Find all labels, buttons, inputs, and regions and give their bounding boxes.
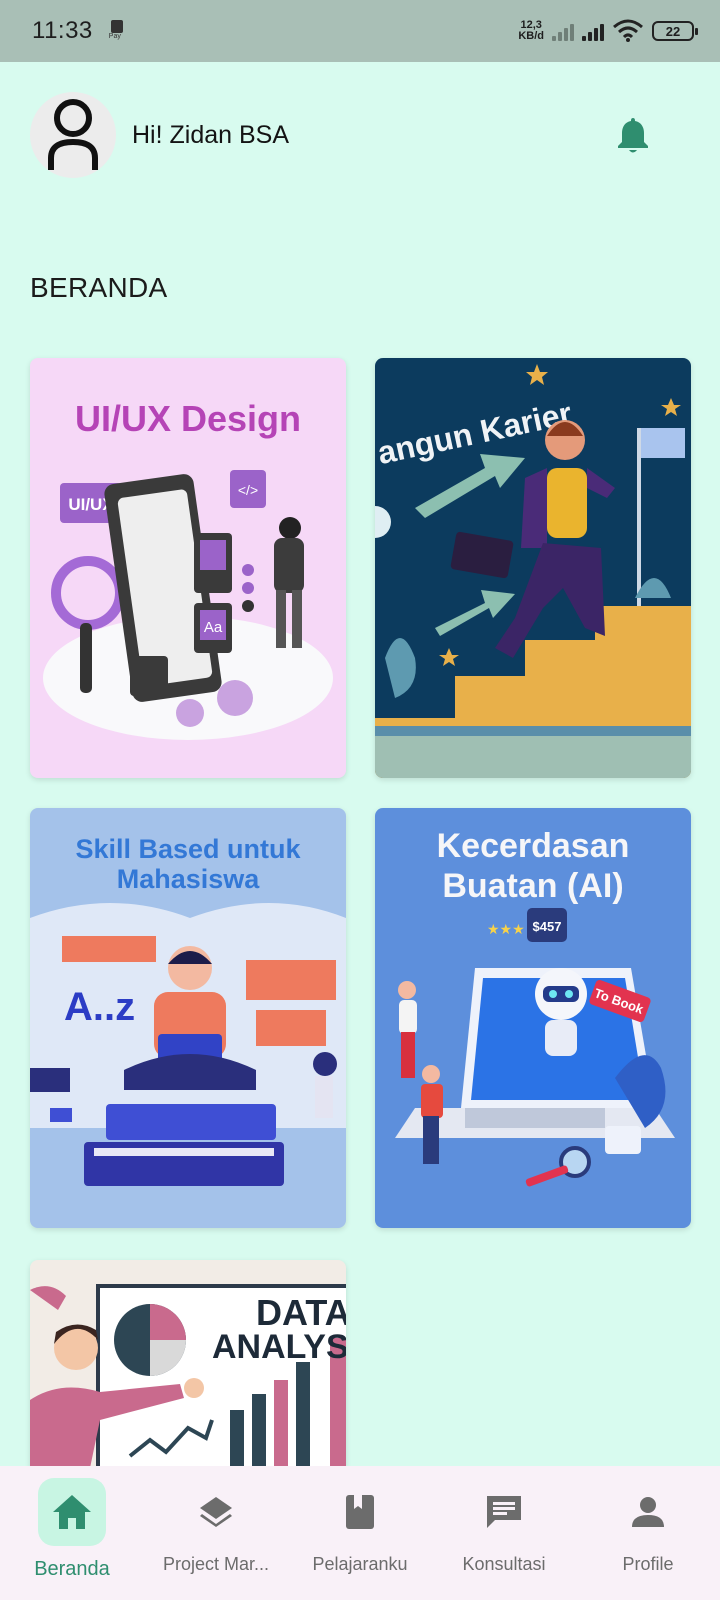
nav-item-pelajaranku[interactable]: Pelajaranku [290,1478,430,1575]
course-card-skill-based[interactable]: Skill Based untuk Mahasiswa A..z [30,808,346,1228]
nav-item-project-market[interactable]: Project Mar... [146,1478,286,1575]
status-bar: 11:33 Pay 12,3 KB/d 22 [0,0,720,62]
layers-icon [200,1497,232,1527]
nav-label: Konsultasi [462,1554,546,1574]
uiux-illustration: UI/UX </> Aa [43,470,333,740]
card-title: DATA [256,1292,346,1333]
signal-sim1-icon [582,21,604,41]
nav-item-profile[interactable]: Profile [578,1478,718,1575]
course-card-ai[interactable]: Kecerdasan Buatan (AI) $457 ★★★ To Book [375,808,691,1228]
wifi-icon [613,19,643,42]
user-icon [48,99,98,170]
nav-item-beranda[interactable]: Beranda [2,1478,142,1581]
course-card-uiux[interactable]: UI/UX Design UI/UX </> Aa [30,358,346,778]
svg-text:</>: </> [238,482,258,498]
svg-text:★★★: ★★★ [487,922,525,938]
nav-label: Pelajaranku [312,1554,408,1574]
nav-label: Project Mar... [162,1554,270,1574]
svg-text:A..z: A..z [64,985,135,1029]
nav-item-konsultasi[interactable]: Konsultasi [434,1478,574,1575]
skill-illustration: A..z [30,903,346,1186]
status-time: 11:33 [32,17,93,44]
network-speed: 12,3 KB/d [518,19,544,42]
nav-label: Beranda [34,1558,110,1580]
avatar[interactable] [30,92,116,178]
course-card-karier[interactable]: angun Karier [375,358,691,778]
svg-text:$457: $457 [533,919,562,934]
career-illustration: angun Karier [375,364,691,778]
section-title: BERANDA [30,272,168,303]
header: Hi! Zidan BSA [30,92,690,178]
nav-label: Profile [622,1554,674,1574]
svg-text:angun Karier: angun Karier [375,395,575,471]
svg-text:Aa: Aa [204,619,223,636]
course-card-data-analyst[interactable]: DATA ANALYST [30,1260,346,1468]
card-subtitle: ANALYST [212,1328,346,1366]
notification-bell-icon[interactable] [616,116,650,154]
home-icon [53,1495,91,1529]
greeting-text: Hi! Zidan BSA [132,120,290,149]
signal-sim2-icon [552,21,574,41]
payment-icon: Pay [109,20,125,42]
chat-icon [487,1496,521,1528]
ai-illustration: $457 ★★★ To Book [395,908,675,1187]
battery-icon: 22 [652,21,698,41]
book-icon [346,1495,374,1529]
person-icon [632,1497,664,1527]
bottom-navigation: Beranda Project Mar... Pelajaranku Konsu… [0,1466,720,1600]
